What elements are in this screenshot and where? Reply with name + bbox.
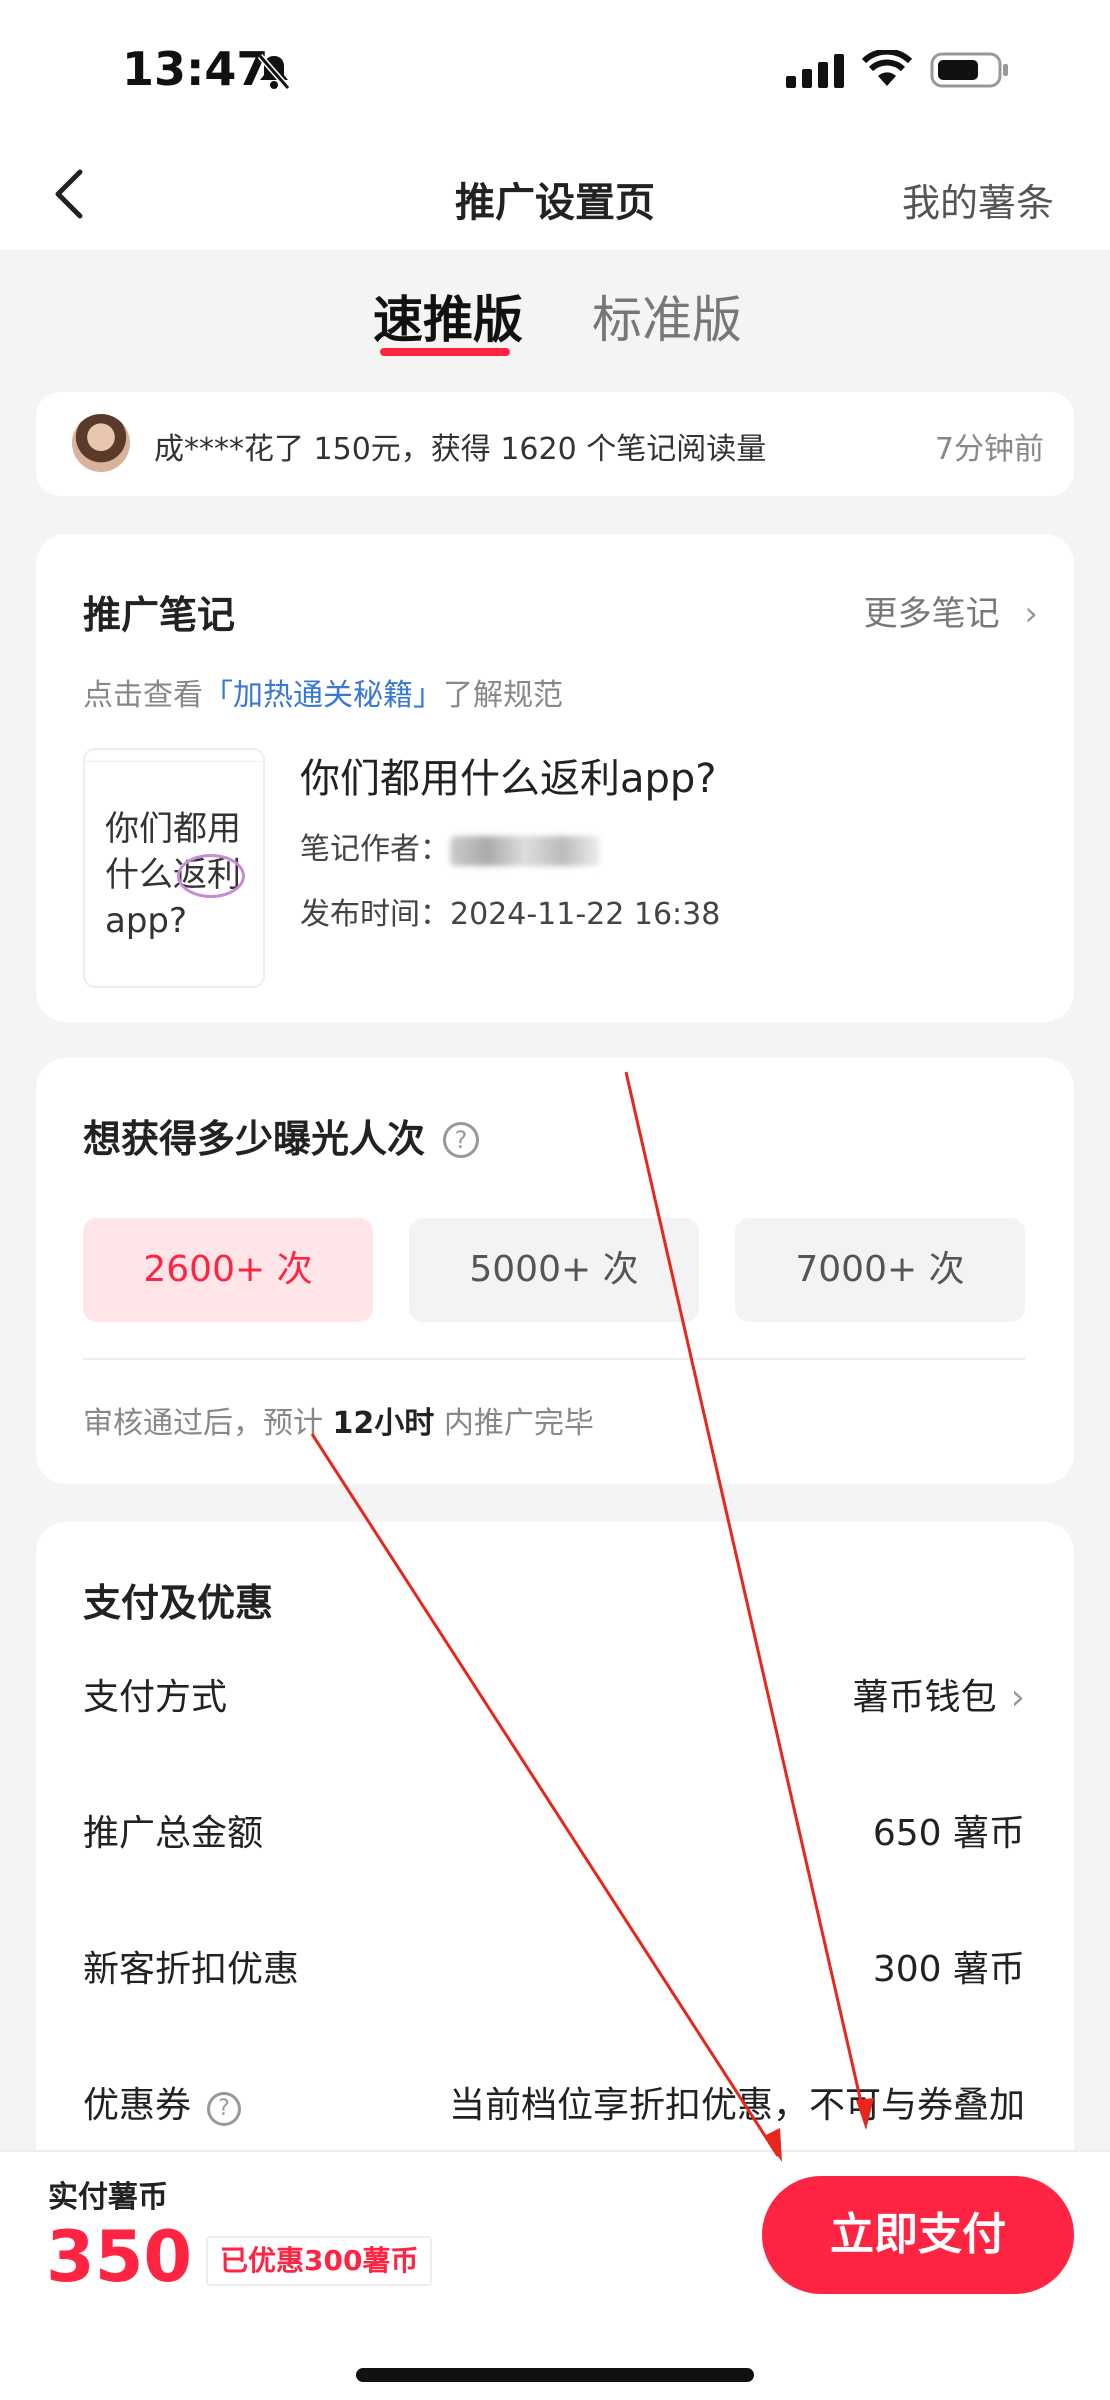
row-label: 支付方式 — [83, 1677, 228, 1718]
payment-card: 支付及优惠 支付方式 薯币钱包 › 推广总金额 650 薯币 新客折扣优惠 300… — [36, 1522, 1074, 2222]
row-value: 当前档位享折扣优惠，不可与券叠加 — [448, 2085, 1025, 2126]
my-promotions-link[interactable]: 我的薯条 — [902, 172, 1054, 227]
help-icon[interactable]: ? — [207, 2092, 242, 2126]
guide-link[interactable]: 「加热通关秘籍」 — [203, 678, 443, 713]
version-tabs: 速推版 标准版 — [0, 280, 1110, 360]
total-amount-row: 推广总金额 650 薯币 — [83, 1804, 1025, 1856]
nav-bar: 推广设置页 我的薯条 — [0, 140, 1110, 250]
eta-prefix: 审核通过后，预计 — [83, 1406, 333, 1441]
promoted-note-card: 推广笔记 更多笔记 › 点击查看「加热通关秘籍」了解规范 你们都用什么返利app… — [36, 534, 1074, 1022]
status-time: 13:47 — [122, 42, 269, 96]
exposure-option-5000[interactable]: 5000+ 次 — [409, 1218, 699, 1322]
exposure-title: 想获得多少曝光人次 — [83, 1117, 426, 1161]
active-tab-indicator — [380, 348, 510, 356]
date-label: 发布时间： — [300, 897, 450, 932]
eta-duration: 12小时 — [332, 1406, 435, 1441]
coupon-row: 优惠券? 当前档位享折扣优惠，不可与券叠加 — [83, 2076, 1025, 2128]
note-title: 你们都用什么返利app? — [300, 756, 717, 802]
bell-muted-icon — [257, 54, 291, 90]
row-value: 300 薯币 — [872, 1949, 1025, 1990]
pay-amount: 350 — [46, 2216, 193, 2298]
avatar — [72, 414, 130, 472]
thumbnail-circle-mark — [177, 854, 245, 898]
more-notes-label: 更多笔记 — [863, 594, 1000, 634]
more-notes-link[interactable]: 更多笔记 › — [864, 586, 1038, 635]
battery-icon — [930, 52, 1008, 88]
eta-suffix: 内推广完毕 — [434, 1406, 594, 1441]
chevron-right-icon: › — [1010, 1677, 1025, 1718]
guide-hint: 点击查看「加热通关秘籍」了解规范 — [83, 670, 563, 714]
section-title: 推广笔记 — [83, 593, 236, 637]
hint-suffix: 了解规范 — [443, 678, 563, 713]
payment-method-value: 薯币钱包 — [852, 1677, 997, 1718]
tab-standard[interactable]: 标准版 — [592, 280, 742, 352]
thumbnail-status-bar — [85, 750, 263, 762]
author-name-blurred — [450, 835, 600, 866]
payment-method-row[interactable]: 支付方式 薯币钱包 › — [83, 1668, 1025, 1720]
tab-quick[interactable]: 速推版 — [373, 280, 523, 352]
row-value: 薯币钱包 › — [853, 1668, 1025, 1720]
new-customer-discount-row: 新客折扣优惠 300 薯币 — [83, 1940, 1025, 1992]
section-title: 支付及优惠 — [83, 1581, 274, 1625]
note-thumbnail[interactable]: 你们都用什么返利app? — [83, 748, 265, 988]
author-label: 笔记作者： — [300, 832, 450, 867]
pay-label: 实付薯币 — [48, 2180, 168, 2215]
exposure-option-7000[interactable]: 7000+ 次 — [735, 1218, 1025, 1322]
exposure-option-2600[interactable]: 2600+ 次 — [83, 1218, 373, 1322]
cellular-signal-icon — [786, 54, 844, 88]
chevron-right-icon: › — [1024, 594, 1038, 634]
divider — [83, 1358, 1025, 1360]
exposure-card: 想获得多少曝光人次? 2600+ 次 5000+ 次 7000+ 次 审核通过后… — [36, 1058, 1074, 1484]
section-title: 想获得多少曝光人次? — [83, 1108, 480, 1163]
hint-prefix: 点击查看 — [83, 678, 203, 713]
wifi-icon — [862, 50, 912, 86]
ticker-message: 成****花了 150元，获得 1620 个笔记阅读量 — [154, 432, 767, 467]
note-author: 笔记作者： — [300, 824, 600, 868]
row-label: 优惠券 — [83, 2085, 192, 2126]
discount-badge: 已优惠300薯币 — [206, 2236, 433, 2286]
purchase-ticker: 成****花了 150元，获得 1620 个笔记阅读量 7分钟前 — [36, 392, 1074, 496]
pay-now-button[interactable]: 立即支付 — [762, 2176, 1074, 2294]
row-label: 推广总金额 — [83, 1813, 264, 1854]
checkout-bar: 实付薯币 350 已优惠300薯币 立即支付 — [0, 2150, 1110, 2400]
help-icon[interactable]: ? — [443, 1122, 480, 1158]
ticker-time: 7分钟前 — [934, 432, 1044, 467]
row-label: 新客折扣优惠 — [83, 1949, 300, 1990]
row-value: 650 薯币 — [872, 1813, 1025, 1854]
home-indicator — [356, 2368, 754, 2382]
date-value: 2024-11-22 16:38 — [450, 897, 721, 932]
note-publish-time: 发布时间：2024-11-22 16:38 — [300, 889, 720, 933]
status-bar: 13:47 — [0, 0, 1110, 140]
eta-text: 审核通过后，预计 12小时 内推广完毕 — [83, 1398, 594, 1442]
